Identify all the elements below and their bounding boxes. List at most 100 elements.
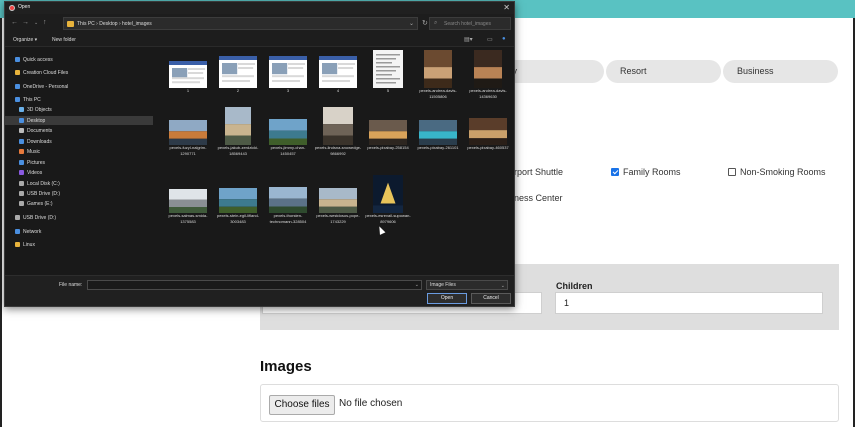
file-name: pexels-andrea-davis-14369630 — [469, 88, 507, 99]
sidebar-item-label: Videos — [27, 169, 43, 176]
file-item[interactable]: pexels-pixabay-258154 — [363, 107, 413, 167]
sidebar-item[interactable]: Network — [5, 227, 153, 236]
pictures-icon — [19, 160, 24, 165]
search-icon: ⌕ — [434, 20, 438, 26]
file-item[interactable]: pexels-esrevail-supowan-8979606 — [363, 175, 413, 235]
sidebar-item[interactable]: USB Drive (D:) — [5, 189, 153, 198]
forward-arrow-icon[interactable]: → — [22, 19, 29, 27]
usb-icon — [19, 191, 24, 196]
desktop-icon — [19, 118, 24, 123]
sidebar-item[interactable]: OneDrive - Personal — [5, 82, 153, 91]
file-thumbnail — [469, 118, 507, 145]
file-name: 4 — [336, 88, 340, 93]
close-icon[interactable]: ✕ — [503, 3, 510, 13]
file-item[interactable]: 5 — [363, 50, 413, 110]
sidebar-item[interactable]: Pictures — [5, 158, 153, 167]
sidebar-item[interactable]: USB Drive (D:) — [5, 213, 153, 222]
search-input[interactable]: ⌕ Search hotel_images — [429, 17, 511, 30]
sidebar-item[interactable]: Videos — [5, 168, 153, 177]
refresh-icon[interactable]: ↻ — [422, 19, 428, 27]
chevron-down-icon[interactable]: ⌄ — [409, 20, 414, 27]
sidebar-item-label: Network — [23, 228, 42, 235]
sidebar-item-label: Games (E:) — [27, 200, 53, 207]
amenity-business-center[interactable]: ness Center — [514, 193, 563, 203]
breadcrumb[interactable]: This PC › Desktop › hotel_images — [77, 21, 152, 27]
file-name: pexels-pixabay-261101 — [417, 145, 459, 150]
amenity-airport-shuttle[interactable]: rport Shuttle — [514, 167, 563, 177]
file-item[interactable]: pexels-jimmy-chan-1450457 — [263, 107, 313, 167]
file-name: 3 — [286, 88, 290, 93]
open-button[interactable]: Open — [427, 293, 467, 304]
sidebar-item[interactable]: Music — [5, 147, 153, 156]
file-thumbnail — [169, 61, 207, 88]
file-thumbnail — [269, 119, 307, 145]
file-type-select[interactable]: Image Files ⌄ — [426, 280, 508, 290]
file-name: pexels-lindsna-snowedge-9866992 — [314, 145, 362, 156]
category-pill-business[interactable]: Business — [723, 60, 838, 83]
category-pill-resort[interactable]: Resort — [606, 60, 721, 83]
file-item[interactable]: pexels-stein-egil-lifland-3003483 — [213, 175, 263, 235]
file-item[interactable]: pexels-jakub-zerdzicki-18569443 — [213, 107, 263, 167]
file-item[interactable]: 1 — [163, 50, 213, 110]
up-arrow-icon[interactable]: ↑ — [43, 19, 47, 27]
file-item[interactable]: pexels-fuzyl-nalgrim-1290771 — [163, 107, 213, 167]
sidebar-item[interactable]: Games (E:) — [5, 199, 153, 208]
file-thumbnail — [169, 120, 207, 145]
file-item[interactable]: pexels-westdosos-pope-1743229 — [313, 175, 363, 235]
recent-dropdown-icon[interactable]: ⌄ — [34, 19, 38, 27]
sidebar-item-label: Documents — [27, 127, 53, 134]
file-item[interactable]: pexels-lindsna-snowedge-9866992 — [313, 107, 363, 167]
sidebar-item-label: USB Drive (D:) — [27, 190, 61, 197]
amenity-label: rport Shuttle — [514, 167, 564, 177]
file-item[interactable]: pexels-thorsten-technomann-328504 — [263, 175, 313, 235]
file-item[interactable]: pexels-salmas-smida-1375583 — [163, 175, 213, 235]
sidebar-item[interactable]: Local Disk (C:) — [5, 179, 153, 188]
cloud-folder-icon — [15, 70, 20, 75]
preview-pane-icon[interactable]: ▭ — [487, 36, 493, 43]
sidebar-item[interactable]: Creation Cloud Files — [5, 68, 153, 77]
sidebar-item[interactable]: Linux — [5, 240, 153, 249]
sidebar-item-label: Downloads — [27, 138, 52, 145]
file-item[interactable]: 4 — [313, 50, 363, 110]
drive-icon — [19, 201, 24, 206]
sidebar-item-label: Desktop — [27, 117, 46, 124]
file-item[interactable]: 3 — [263, 50, 313, 110]
file-thumbnail — [424, 50, 452, 88]
checkbox-unchecked-icon[interactable] — [728, 168, 736, 176]
cancel-button[interactable]: Cancel — [471, 293, 511, 304]
sidebar-item[interactable]: 3D Objects — [5, 105, 153, 114]
sidebar-item[interactable]: Documents — [5, 126, 153, 135]
search-placeholder: Search hotel_images — [444, 21, 491, 27]
file-name: 5 — [386, 88, 390, 93]
network-icon — [15, 229, 20, 234]
help-icon[interactable]: ● — [502, 36, 506, 42]
sidebar-item[interactable]: Desktop — [5, 116, 153, 125]
sidebar-item[interactable]: This PC — [5, 95, 153, 104]
file-name: pexels-jakub-zerdzicki-18569443 — [217, 145, 259, 156]
amenity-non-smoking[interactable]: Non-Smoking Rooms — [728, 167, 826, 177]
back-arrow-icon[interactable]: ← — [11, 19, 18, 27]
new-folder-button[interactable]: New folder — [52, 37, 76, 43]
file-item[interactable]: pexels-andrea-davis-11505806 — [413, 50, 463, 110]
choose-files-button[interactable]: Choose files — [269, 395, 335, 415]
navigation-pane: Quick access Creation Cloud Files OneDrive… — [5, 47, 153, 275]
file-thumbnail — [373, 175, 403, 213]
sidebar-item[interactable]: Quick access — [5, 55, 153, 64]
file-thumbnail — [219, 188, 257, 213]
children-input[interactable]: 1 — [555, 292, 823, 314]
address-bar[interactable]: This PC › Desktop › hotel_images ⌄ — [63, 17, 418, 30]
star-icon — [15, 57, 20, 62]
checkbox-checked-icon[interactable] — [611, 168, 619, 176]
amenity-family-rooms[interactable]: Family Rooms — [611, 167, 681, 177]
file-name-input[interactable]: ⌄ — [87, 280, 422, 290]
file-item[interactable]: pexels-pixabay-460537 — [463, 107, 513, 167]
file-item[interactable]: 2 — [213, 50, 263, 110]
window-left-edge — [0, 18, 2, 427]
file-item[interactable]: pexels-pixabay-261101 — [413, 107, 463, 167]
chevron-down-icon[interactable]: ⌄ — [415, 282, 419, 288]
linux-icon — [15, 242, 20, 247]
organize-button[interactable]: Organize ▾ — [13, 37, 37, 43]
sidebar-item[interactable]: Downloads — [5, 137, 153, 146]
view-options-icon[interactable]: ▤▾ — [464, 36, 473, 43]
file-item[interactable]: pexels-andrea-davis-14369630 — [463, 50, 513, 110]
